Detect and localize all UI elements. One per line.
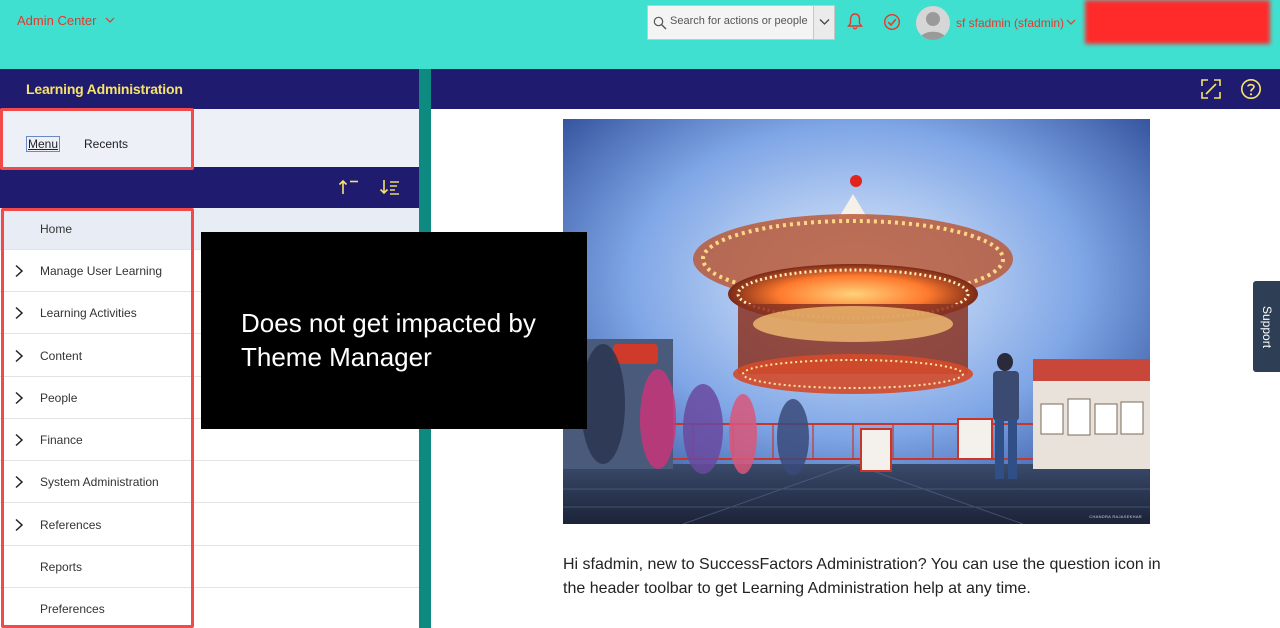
search-icon (653, 16, 667, 30)
sort-ascending-icon[interactable] (338, 178, 360, 196)
panel-title: Learning Administration (26, 81, 183, 97)
chevron-right-icon (15, 349, 24, 363)
chevron-right-icon (15, 391, 24, 405)
user-silhouette-icon (919, 12, 947, 40)
help-icon[interactable] (1240, 78, 1262, 100)
user-name[interactable]: sf sfadmin (sfadmin) (956, 16, 1064, 30)
intro-text: Hi sfadmin, new to SuccessFactors Admini… (563, 556, 1161, 597)
menu-item-label: Preferences (40, 602, 105, 616)
menu-item-label: People (40, 391, 78, 405)
chevron-right-icon (15, 518, 24, 532)
shell-bar: Admin Center sf sfadmin (sfadmin) (0, 0, 1280, 69)
chevron-down-icon[interactable] (104, 14, 116, 26)
chevron-right-icon (15, 433, 24, 447)
check-circle-icon[interactable] (883, 13, 901, 31)
support-label: Support (1260, 306, 1274, 349)
app-title[interactable]: Admin Center (17, 13, 96, 28)
chevron-down-icon[interactable] (1066, 18, 1076, 26)
menu-item-label: System Administration (40, 475, 159, 489)
menu-item-system-administration[interactable]: System Administration (0, 461, 419, 503)
menu-item-preferences[interactable]: Preferences (0, 588, 419, 628)
photo-credit: CHANDRA RAJASEKHAR (1089, 514, 1142, 519)
carousel-photo: CHANDRA RAJASEKHAR (563, 119, 1150, 524)
search-input[interactable] (670, 15, 810, 27)
chevron-down-icon (819, 19, 830, 25)
support-button[interactable]: Support (1253, 281, 1280, 372)
expand-icon[interactable] (1200, 78, 1222, 100)
menu-item-label: Home (40, 222, 73, 236)
menu-item-label: Content (40, 349, 83, 363)
content-header (431, 69, 1280, 109)
tab-bar: Menu Recents (0, 109, 419, 167)
redacted-logo (1085, 0, 1270, 44)
menu-item-label: References (40, 518, 102, 532)
bell-icon[interactable] (846, 12, 864, 31)
annotation-callout-text: Does not get impacted by Theme Manager (241, 308, 536, 372)
annotation-callout: Does not get impacted by Theme Manager (201, 232, 587, 429)
menu-item-references[interactable]: References (0, 504, 419, 546)
tab-menu[interactable]: Menu (25, 136, 61, 152)
tab-recents[interactable]: Recents (84, 137, 128, 151)
search-field[interactable] (647, 5, 835, 40)
menu-item-label: Manage User Learning (40, 264, 163, 278)
avatar[interactable] (916, 6, 950, 40)
menu-item-reports[interactable]: Reports (0, 546, 419, 588)
search-dropdown-button[interactable] (813, 6, 834, 39)
menu-item-label: Reports (40, 560, 83, 574)
chevron-right-icon (15, 306, 24, 320)
sort-toolbar (0, 167, 419, 208)
sort-descending-icon[interactable] (379, 178, 401, 196)
chevron-right-icon (15, 475, 24, 489)
left-panel-header: Learning Administration (0, 69, 419, 109)
menu-item-label: Finance (40, 433, 83, 447)
chevron-right-icon (15, 264, 24, 278)
menu-item-label: Learning Activities (40, 306, 137, 320)
